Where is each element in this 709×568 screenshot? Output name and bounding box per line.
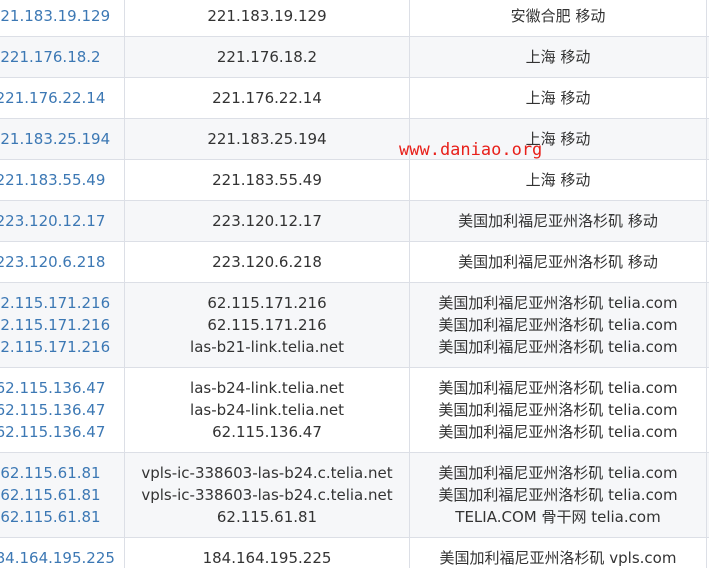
hop-location-cell: 美国加利福尼亚州洛杉矶 移动 <box>409 241 707 283</box>
hop-host-cell: 62.115.171.216 62.115.171.216 las-b21-link… <box>124 282 410 368</box>
hop-location-cell-line: 美国加利福尼亚州洛杉矶 telia.com <box>438 464 678 482</box>
hop-location-cell: 安徽合肥 移动 <box>409 0 707 37</box>
hop-host-cell: 221.183.19.129 <box>124 0 410 37</box>
hop-ip-cell: 223.120.6.218 <box>0 241 125 283</box>
hop-host-cell-line: 223.120.6.218 <box>212 253 322 271</box>
hop-ip-cell-line[interactable]: 221.176.22.14 <box>0 87 124 109</box>
watermark-text: www.daniao.org <box>399 140 543 160</box>
hop-host-cell-line: 62.115.171.216 <box>207 316 327 334</box>
hop-ip-cell: 62.115.136.47 62.115.136.47 62.115.136.47 <box>0 367 125 453</box>
hop-row: 221.176.22.14 221.176.22.14 上海 移动 <box>0 77 709 119</box>
hop-location-cell-line: 美国加利福尼亚州洛杉矶 telia.com <box>438 423 678 441</box>
hop-ip-cell: 221.183.55.49 <box>0 159 125 201</box>
hop-ip-cell-line[interactable]: 221.183.19.129 <box>0 5 124 27</box>
hop-ip-cell-line[interactable]: 184.164.195.225 <box>0 547 124 568</box>
hop-location-cell: 美国加利福尼亚州洛杉矶 移动 <box>409 200 707 242</box>
hop-host-cell: 184.164.195.225 <box>124 537 410 568</box>
hop-host-cell-line: 221.176.18.2 <box>216 48 318 66</box>
hop-location-cell-line: 美国加利福尼亚州洛杉矶 telia.com <box>438 338 678 356</box>
hop-ip-cell-line[interactable]: 221.183.25.194 <box>0 128 124 150</box>
hop-row: 221.183.55.49 221.183.55.49 上海 移动 <box>0 159 709 201</box>
hop-ip-cell: 62.115.171.216 62.115.171.216 62.115.171.2… <box>0 282 125 368</box>
hop-ip-cell-line[interactable]: 62.115.61.81 <box>0 484 124 506</box>
hop-host-cell-line: vpls-ic-338603-las-b24.c.telia.net <box>141 464 393 482</box>
hop-location-cell-line: 美国加利福尼亚州洛杉矶 移动 <box>458 253 658 271</box>
hop-location-cell: 美国加利福尼亚州洛杉矶 telia.com 美国加利福尼亚州洛杉矶 telia.c… <box>409 452 707 538</box>
hop-host-cell-line: 62.115.61.81 <box>216 508 318 526</box>
hop-location-cell-line: 美国加利福尼亚州洛杉矶 移动 <box>458 212 658 230</box>
hop-host-cell-line: 223.120.12.17 <box>212 212 322 230</box>
hop-ip-cell-line[interactable]: 62.115.136.47 <box>0 399 124 421</box>
hop-ip-cell-line[interactable]: 62.115.171.216 <box>0 336 124 358</box>
hop-location-cell: 美国加利福尼亚州洛杉矶 telia.com 美国加利福尼亚州洛杉矶 telia.c… <box>409 367 707 453</box>
hop-location-cell-line: 上海 移动 <box>525 48 591 66</box>
hop-row: 223.120.6.218 223.120.6.218 美国加利福尼亚州洛杉矶 移动… <box>0 241 709 283</box>
hop-host-cell-line: las-b21-link.telia.net <box>190 338 344 356</box>
hop-ip-cell: 221.183.25.194 <box>0 118 125 160</box>
hop-row: 223.120.12.17 223.120.12.17 美国加利福尼亚州洛杉矶 移动… <box>0 200 709 242</box>
hop-host-cell-line: las-b24-link.telia.net <box>190 401 344 419</box>
hop-location-cell: 上海 移动 <box>409 36 707 78</box>
hop-host-cell-line: vpls-ic-338603-las-b24.c.telia.net <box>141 486 393 504</box>
hop-ip-cell-line[interactable]: 62.115.171.216 <box>0 314 124 336</box>
hop-host-cell-line: 62.115.136.47 <box>212 423 322 441</box>
hop-host-cell-line: 221.183.19.129 <box>207 7 327 25</box>
traceroute-viewport: 221.183.19.129 221.183.19.129 安徽合肥 移动 221.1… <box>0 0 709 568</box>
hop-location-cell: 上海 移动 <box>409 159 707 201</box>
hop-location-cell: 美国加利福尼亚州洛杉矶 vpls.com <box>409 537 707 568</box>
hop-row: 221.183.25.194 221.183.25.194 上海 移动 <box>0 118 709 160</box>
hop-host-cell: 223.120.12.17 <box>124 200 410 242</box>
hop-row: 62.115.171.216 62.115.171.216 62.115.171.2… <box>0 282 709 368</box>
hop-row: 184.164.195.225 184.164.195.225 美国加利福尼亚州洛杉… <box>0 537 709 568</box>
hop-ip-cell-line[interactable]: 221.183.55.49 <box>0 169 124 191</box>
hop-ip-cell: 221.176.18.2 <box>0 36 125 78</box>
traceroute-table-body: 221.183.19.129 221.183.19.129 安徽合肥 移动 221.1… <box>0 0 709 568</box>
hop-host-cell-line: 62.115.171.216 <box>207 294 327 312</box>
hop-location-cell-line: 美国加利福尼亚州洛杉矶 vpls.com <box>439 549 677 567</box>
hop-location-cell-line: 美国加利福尼亚州洛杉矶 telia.com <box>438 401 678 419</box>
hop-host-cell: 221.183.55.49 <box>124 159 410 201</box>
hop-host-cell: 221.176.18.2 <box>124 36 410 78</box>
hop-location-cell-line: 美国加利福尼亚州洛杉矶 telia.com <box>438 294 678 312</box>
hop-host-cell-line: 221.183.25.194 <box>207 130 327 148</box>
hop-host-cell: 221.183.25.194 <box>124 118 410 160</box>
hop-ip-cell-line[interactable]: 62.115.136.47 <box>0 421 124 443</box>
hop-location-cell-line: 安徽合肥 移动 <box>510 7 606 25</box>
hop-location-cell-line: 上海 移动 <box>525 171 591 189</box>
hop-row: 221.183.19.129 221.183.19.129 安徽合肥 移动 <box>0 0 709 37</box>
hop-ip-cell: 184.164.195.225 <box>0 537 125 568</box>
hop-ip-cell-line[interactable]: 62.115.61.81 <box>0 462 124 484</box>
hop-location-cell-line: 美国加利福尼亚州洛杉矶 telia.com <box>438 316 678 334</box>
hop-host-cell-line: las-b24-link.telia.net <box>190 379 344 397</box>
hop-location-cell-line: 美国加利福尼亚州洛杉矶 telia.com <box>438 379 678 397</box>
hop-ip-cell: 221.176.22.14 <box>0 77 125 119</box>
hop-host-cell-line: 184.164.195.225 <box>202 549 332 567</box>
hop-host-cell-line: 221.176.22.14 <box>212 89 322 107</box>
hop-row: 62.115.136.47 62.115.136.47 62.115.136.47 l… <box>0 367 709 453</box>
hop-row: 62.115.61.81 62.115.61.81 62.115.61.81 vpls… <box>0 452 709 538</box>
hop-host-cell: 223.120.6.218 <box>124 241 410 283</box>
hop-host-cell: las-b24-link.telia.net las-b24-link.telia… <box>124 367 410 453</box>
hop-location-cell-line: 美国加利福尼亚州洛杉矶 telia.com <box>438 486 678 504</box>
hop-ip-cell-line[interactable]: 221.176.18.2 <box>0 46 124 68</box>
hop-ip-cell: 221.183.19.129 <box>0 0 125 37</box>
hop-ip-cell: 62.115.61.81 62.115.61.81 62.115.61.81 <box>0 452 125 538</box>
hop-ip-cell: 223.120.12.17 <box>0 200 125 242</box>
hop-location-cell-line: TELIA.COM 骨干网 telia.com <box>455 508 661 526</box>
hop-location-cell: 美国加利福尼亚州洛杉矶 telia.com 美国加利福尼亚州洛杉矶 telia.c… <box>409 282 707 368</box>
hop-row: 221.176.18.2 221.176.18.2 上海 移动 <box>0 36 709 78</box>
hop-location-cell-line: 上海 移动 <box>525 89 591 107</box>
hop-ip-cell-line[interactable]: 62.115.61.81 <box>0 506 124 528</box>
hop-host-cell-line: 221.183.55.49 <box>212 171 322 189</box>
hop-host-cell: vpls-ic-338603-las-b24.c.telia.net vpls-i… <box>124 452 410 538</box>
traceroute-table: 221.183.19.129 221.183.19.129 安徽合肥 移动 221.1… <box>0 0 709 568</box>
hop-ip-cell-line[interactable]: 62.115.171.216 <box>0 292 124 314</box>
hop-ip-cell-line[interactable]: 62.115.136.47 <box>0 377 124 399</box>
hop-host-cell: 221.176.22.14 <box>124 77 410 119</box>
hop-ip-cell-line[interactable]: 223.120.12.17 <box>0 210 124 232</box>
hop-ip-cell-line[interactable]: 223.120.6.218 <box>0 251 124 273</box>
hop-location-cell: 上海 移动 <box>409 77 707 119</box>
